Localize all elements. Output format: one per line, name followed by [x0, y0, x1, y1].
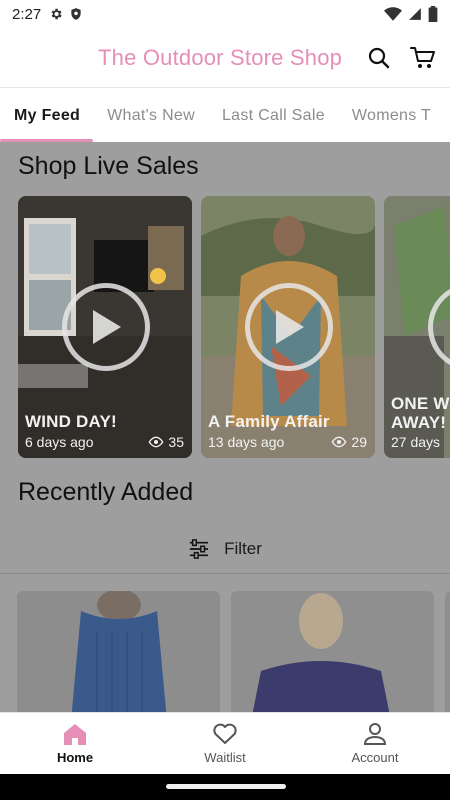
search-icon: [368, 47, 390, 68]
live-sale-views: 29: [351, 434, 367, 450]
nav-waitlist-label: Waitlist: [204, 750, 246, 765]
settings-icon: [51, 8, 62, 20]
product-image: [231, 591, 434, 712]
nav-waitlist[interactable]: Waitlist: [150, 713, 300, 774]
home-icon: [64, 724, 86, 745]
play-button[interactable]: [62, 283, 150, 371]
live-sale-views: 35: [168, 434, 184, 450]
nav-home[interactable]: Home: [0, 713, 150, 774]
product-image: [17, 591, 220, 712]
eye-icon: [148, 436, 164, 448]
live-sale-name: ONE W AWAY!: [391, 394, 450, 432]
product-card[interactable]: [231, 591, 434, 712]
signal-icon: [409, 8, 421, 20]
shield-icon: [71, 8, 81, 20]
tab-last-call-sale[interactable]: Last Call Sale: [208, 107, 338, 142]
status-time: 2:27: [12, 5, 42, 23]
cart-button[interactable]: [410, 45, 436, 71]
live-sale-card[interactable]: A Family Affair 13 days ago 29: [201, 196, 375, 458]
live-sale-card[interactable]: ONE W AWAY! 27 days: [384, 196, 450, 458]
status-bar: 2:27: [0, 0, 450, 28]
feed-content[interactable]: Shop Live Sales WIND DAY! 6 days ago 35 …: [0, 142, 450, 712]
wifi-icon: [384, 7, 402, 21]
person-icon: [363, 723, 387, 745]
tab-whats-new[interactable]: What's New: [93, 107, 208, 142]
live-sale-age: 13 days ago: [208, 434, 285, 450]
live-sale-age: 6 days ago: [25, 434, 94, 450]
nav-account-label: Account: [351, 750, 399, 765]
heart-icon: [213, 723, 237, 744]
nav-account[interactable]: Account: [300, 713, 450, 774]
system-navigation-bar: [0, 774, 450, 800]
store-title: The Outdoor Store Shop: [98, 44, 343, 70]
nav-home-label: Home: [56, 750, 94, 765]
product-card[interactable]: [17, 591, 220, 712]
live-sale-card[interactable]: WIND DAY! 6 days ago 35: [18, 196, 192, 458]
tab-womens[interactable]: Womens T: [338, 107, 444, 142]
app-header: The Outdoor Store Shop: [0, 28, 450, 88]
play-icon: [93, 310, 121, 344]
live-sales-carousel[interactable]: WIND DAY! 6 days ago 35 A Family Affair …: [18, 196, 450, 458]
tab-my-feed[interactable]: My Feed: [0, 107, 94, 142]
product-grid: [17, 591, 450, 712]
recently-added-title: Recently Added: [18, 478, 194, 506]
search-button[interactable]: [366, 45, 392, 71]
live-sale-name: WIND DAY!: [25, 412, 117, 431]
bottom-navigation: Home Waitlist Account: [0, 712, 450, 774]
cart-icon: [410, 46, 435, 68]
play-button[interactable]: [245, 283, 333, 371]
battery-icon: [428, 6, 438, 22]
live-sale-name: A Family Affair: [208, 412, 330, 431]
filter-button[interactable]: Filter: [0, 524, 450, 574]
play-icon: [276, 310, 304, 344]
live-sales-title: Shop Live Sales: [18, 152, 199, 180]
eye-icon: [331, 436, 347, 448]
home-gesture-pill[interactable]: [166, 784, 286, 789]
filter-label: Filter: [224, 538, 262, 558]
live-sale-age: 27 days: [391, 434, 441, 450]
feed-tabs: My Feed What's New Last Call Sale Womens…: [0, 88, 450, 142]
product-card[interactable]: [445, 591, 450, 712]
sliders-icon: [190, 538, 209, 559]
